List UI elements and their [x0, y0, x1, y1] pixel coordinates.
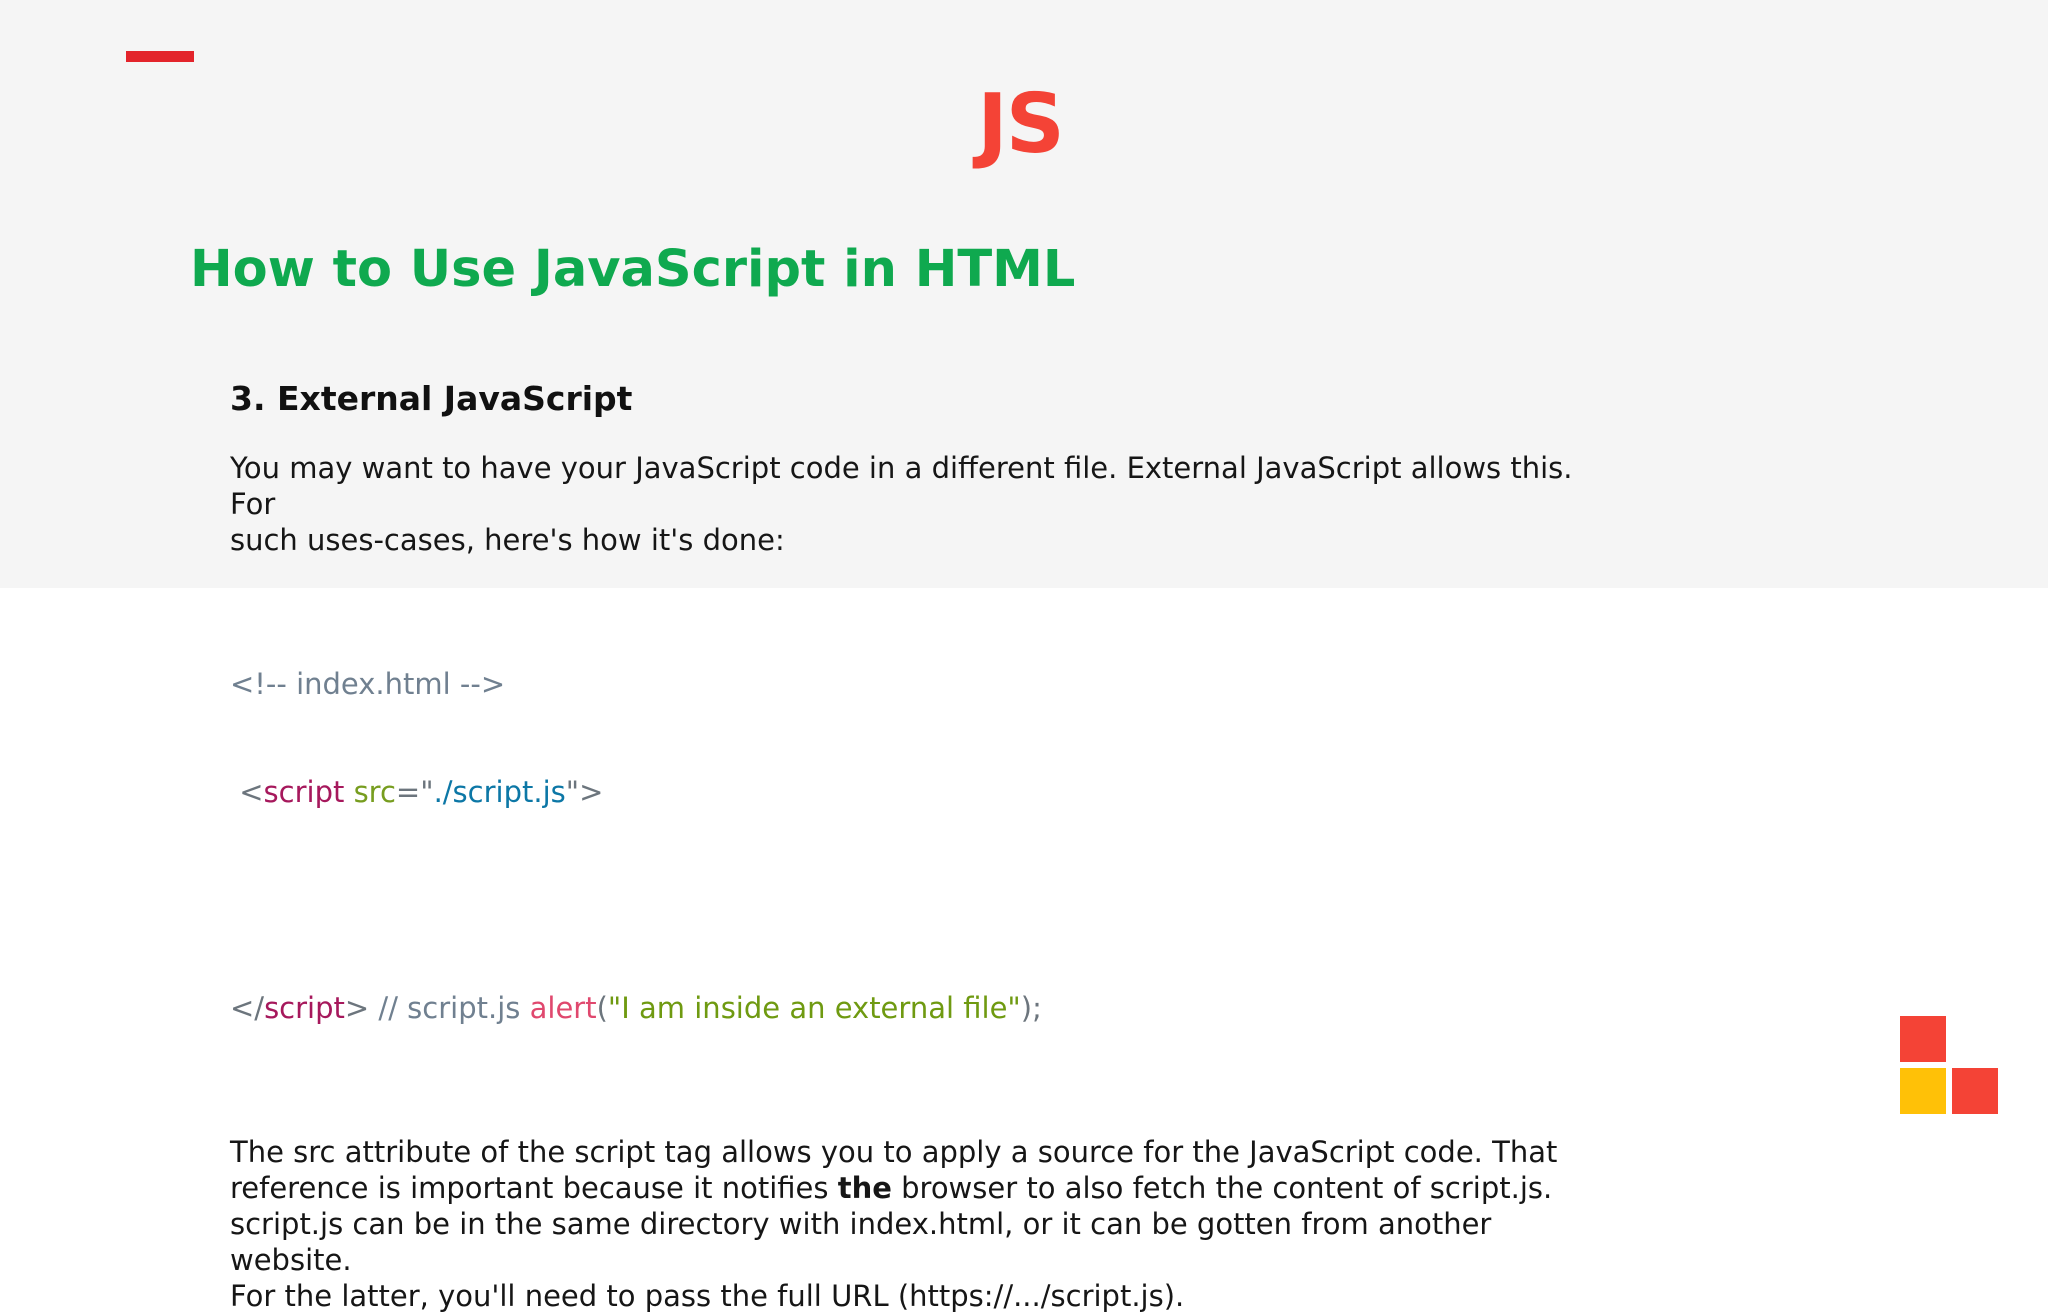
explanation-line: script.js can be in the same directory w…: [230, 1207, 1492, 1277]
explanation-paragraph: The src attribute of the script tag allo…: [230, 1134, 1610, 1314]
explanation-line: reference is important because it notifi…: [230, 1170, 1610, 1206]
code-punctuation-token: (: [596, 991, 608, 1025]
intro-line: such uses-cases, here's how it's done:: [230, 523, 785, 557]
explanation-line: For the latter, you'll need to pass the …: [230, 1279, 1185, 1313]
code-comment-token: // script.js: [369, 991, 530, 1025]
corner-block-red: [1952, 1068, 1998, 1114]
code-tag-token: script: [263, 775, 345, 809]
code-attribute-token: src: [353, 775, 396, 809]
corner-block-yellow: [1900, 1068, 1946, 1114]
code-snippet: <!-- index.html --> <script src="./scrip…: [230, 594, 1610, 1098]
code-punctuation-token: <: [239, 775, 264, 809]
explanation-text: browser to also fetch the content of scr…: [891, 1171, 1553, 1205]
code-comment-token: <!-- index.html -->: [230, 667, 506, 701]
code-punctuation-token: >: [344, 991, 370, 1025]
code-function-token: alert: [529, 991, 597, 1025]
code-space-token: [344, 775, 353, 809]
section-heading: 3. External JavaScript: [230, 379, 633, 418]
js-logo: JS: [977, 77, 1065, 172]
intro-line: You may want to have your JavaScript cod…: [230, 451, 1573, 521]
code-punctuation-token: );: [1020, 991, 1042, 1025]
code-punctuation-token: ": [420, 775, 434, 809]
code-punctuation-token: >: [579, 775, 604, 809]
code-string-value-token: ./script.js: [433, 775, 566, 809]
code-punctuation-token: =: [395, 775, 421, 809]
code-tag-token: script: [264, 991, 345, 1025]
explanation-line: The src attribute of the script tag allo…: [230, 1135, 1558, 1169]
corner-blocks-decoration: [1900, 1016, 2000, 1116]
explanation-text: reference is important because it notifi…: [230, 1171, 838, 1205]
code-punctuation-token: ": [565, 775, 580, 809]
intro-paragraph: You may want to have your JavaScript cod…: [230, 450, 1610, 558]
code-line-script-close: </script> // script.js alert("I am insid…: [230, 990, 1610, 1026]
page-title: How to Use JavaScript in HTML: [190, 240, 1076, 299]
code-string-token: "I am inside an external file": [607, 991, 1021, 1025]
slide-content: 3. External JavaScript You may want to h…: [230, 372, 1610, 1314]
explanation-bold-text: the: [837, 1171, 892, 1205]
code-line-script-open: <script src="./script.js">: [230, 774, 1610, 810]
accent-dash: [126, 51, 194, 62]
code-punctuation-token: </: [230, 991, 265, 1025]
code-line-comment: <!-- index.html -->: [230, 666, 1610, 702]
corner-block-red: [1900, 1016, 1946, 1062]
code-space-token: [230, 775, 239, 809]
